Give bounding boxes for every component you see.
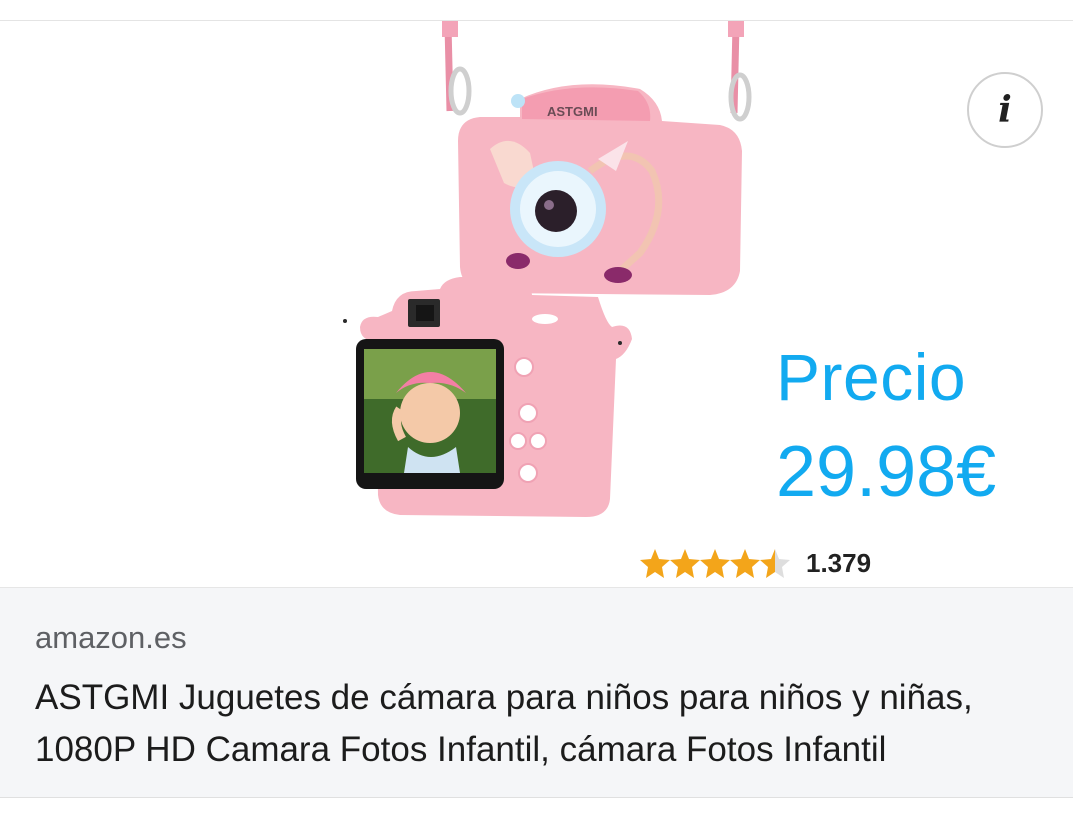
camera-brand: ASTGMI [547, 104, 598, 119]
price-value: 29.98€ [776, 432, 997, 512]
product-title[interactable]: ASTGMI Juguetes de cámara para niños par… [35, 672, 1045, 776]
ad-info-button[interactable]: i [967, 72, 1043, 148]
source-domain[interactable]: amazon.es [35, 620, 187, 656]
ad-info-panel[interactable]: amazon.es ASTGMI Juguetes de cámara para… [0, 587, 1073, 797]
star-rating-icon [640, 549, 790, 578]
star-full-3 [700, 549, 730, 578]
product-rating: 1.379 [640, 543, 871, 583]
bottom-divider [0, 797, 1073, 798]
info-icon: i [998, 89, 1012, 131]
rating-count: 1.379 [806, 547, 872, 578]
star-full-2 [670, 549, 700, 578]
price-label: Precio [776, 340, 967, 414]
kids-camera-illustration: ASTGMI [343, 21, 752, 517]
product-ad-card[interactable]: ASTGMI i Precio 29.98€ 1.379 amazon.es A… [0, 21, 1073, 797]
star-full-4 [730, 549, 760, 578]
star-half-5 [760, 549, 790, 578]
star-full-1 [640, 549, 670, 578]
product-image[interactable]: ASTGMI i Precio 29.98€ 1.379 [0, 21, 1073, 587]
